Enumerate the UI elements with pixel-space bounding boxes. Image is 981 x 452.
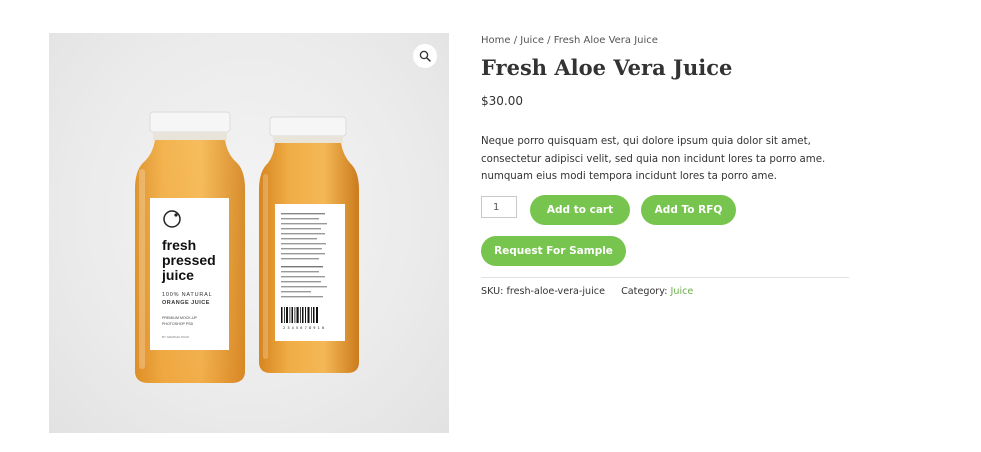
zoom-button[interactable] <box>413 44 437 68</box>
back-bottle-image: 2 3 4 5 6 7 8 9 1 0 <box>259 116 359 373</box>
breadcrumb-home-link[interactable]: Home <box>481 35 511 46</box>
label-front-line3: juice <box>161 267 194 283</box>
label-front-small1: PREMIUM MOCK-UP <box>162 316 198 320</box>
product-image[interactable]: fresh pressed juice 100% NATURAL ORANGE … <box>49 33 449 433</box>
label-front-small2: PHOTOSHOP PSD <box>162 322 194 326</box>
label-front-line1: fresh <box>162 237 196 253</box>
label-front-line2: pressed <box>162 252 216 268</box>
product-description: Neque porro quisquam est, qui dolore ips… <box>481 136 826 182</box>
category-label: Category: <box>621 286 668 297</box>
front-bottle-image: fresh pressed juice 100% NATURAL ORANGE … <box>135 111 245 383</box>
label-front-small3: BY GRAPHIC PACK <box>162 335 189 339</box>
breadcrumb-separator: / <box>543 35 554 46</box>
magnifier-icon <box>419 47 431 66</box>
request-sample-button[interactable]: Request For Sample <box>481 236 626 266</box>
add-to-cart-button[interactable]: Add to cart <box>530 195 630 225</box>
breadcrumb-current: Fresh Aloe Vera Juice <box>553 35 658 46</box>
label-front-tagline1: 100% NATURAL <box>162 292 212 298</box>
divider <box>481 277 849 278</box>
add-to-rfq-button[interactable]: Add To RFQ <box>641 195 736 225</box>
category-link[interactable]: Juice <box>671 286 694 297</box>
breadcrumb-category-link[interactable]: Juice <box>520 35 544 46</box>
quantity-input[interactable] <box>481 196 517 218</box>
breadcrumb-separator: / <box>510 35 521 46</box>
product-title: Fresh Aloe Vera Juice <box>481 55 733 80</box>
label-front-tagline2: ORANGE JUICE <box>162 300 210 306</box>
breadcrumb: Home / Juice / Fresh Aloe Vera Juice <box>481 35 658 46</box>
sku-label: SKU: <box>481 286 504 297</box>
product-price: $30.00 <box>481 94 523 108</box>
barcode-number: 2 3 4 5 6 7 8 9 1 0 <box>283 326 324 330</box>
sku-value: fresh-aloe-vera-juice <box>506 286 605 297</box>
product-meta: SKU: fresh-aloe-vera-juice Category: Jui… <box>481 286 693 297</box>
